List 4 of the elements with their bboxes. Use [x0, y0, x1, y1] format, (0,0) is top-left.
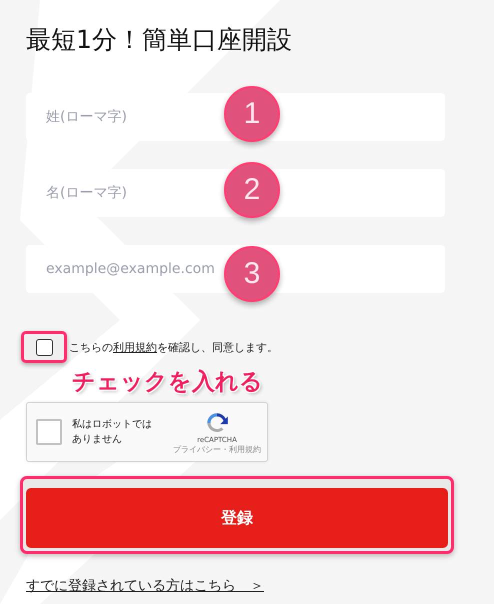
captcha-label: 私はロボットではありません: [72, 418, 153, 447]
page-title: 最短1分！簡単口座開設: [26, 24, 293, 56]
annotation-text: チェックを入れる: [72, 368, 263, 397]
consent-text: こちらの利用規約を確認し、同意します。: [69, 340, 278, 354]
